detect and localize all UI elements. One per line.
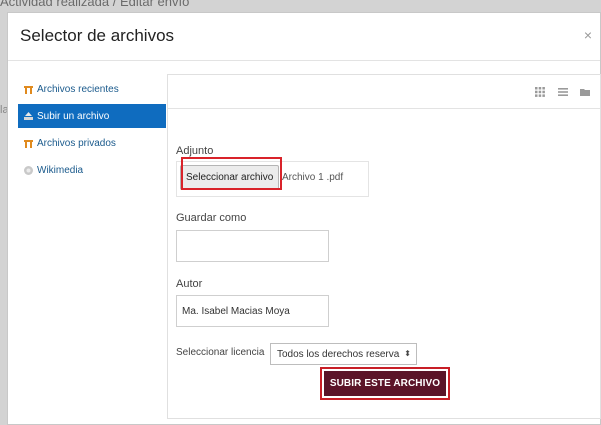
repository-sidebar: Archivos recientes Subir un archivo Arch… <box>18 77 166 185</box>
sidebar-item-label: Archivos recientes <box>37 83 119 95</box>
wikimedia-icon <box>22 164 34 176</box>
chosen-file-name: Archivo 1 .pdf <box>282 172 344 183</box>
file-input-box: Seleccionar archivo Archivo 1 .pdf <box>176 161 369 197</box>
sidebar-item-label: Subir un archivo <box>37 110 110 122</box>
license-select[interactable]: Todos los derechos reserva ⬍ <box>270 343 417 365</box>
save-as-label: Guardar como <box>176 212 247 224</box>
recent-files-icon <box>22 83 34 95</box>
close-icon[interactable]: × <box>584 27 592 43</box>
view-toolbar <box>168 75 600 109</box>
sidebar-item-wikimedia[interactable]: Wikimedia <box>18 158 166 182</box>
attachment-label: Adjunto <box>176 145 214 157</box>
upload-panel: Adjunto Seleccionar archivo Archivo 1 .p… <box>167 74 601 419</box>
sidebar-item-recent-files[interactable]: Archivos recientes <box>18 77 166 101</box>
choose-file-button[interactable]: Seleccionar archivo <box>180 165 280 190</box>
submit-highlight: SUBIR ESTE ARCHIVO <box>320 367 450 400</box>
sidebar-item-private-files[interactable]: Archivos privados <box>18 131 166 155</box>
private-files-icon <box>22 137 34 149</box>
sidebar-item-label: Archivos privados <box>37 137 116 149</box>
file-picker-dialog: Selector de archivos × Archivos reciente… <box>7 12 601 425</box>
save-as-input[interactable] <box>176 230 329 262</box>
author-input[interactable]: Ma. Isabel Macias Moya <box>176 295 329 327</box>
folder-view-icon[interactable] <box>578 85 592 99</box>
dialog-header: Selector de archivos × <box>8 13 600 61</box>
upload-icon <box>22 110 34 122</box>
license-select-value: Todos los derechos reserva <box>277 348 400 360</box>
list-view-icon[interactable] <box>556 85 570 99</box>
license-label: Seleccionar licencia <box>176 347 265 358</box>
background-breadcrumb: Actividad realizada / Editar envío <box>0 0 190 9</box>
sidebar-item-upload[interactable]: Subir un archivo <box>18 104 166 128</box>
upload-this-file-button[interactable]: SUBIR ESTE ARCHIVO <box>324 371 446 396</box>
author-label: Autor <box>176 278 203 290</box>
sidebar-item-label: Wikimedia <box>37 164 84 176</box>
grid-view-icon[interactable] <box>533 85 547 99</box>
chevron-updown-icon: ⬍ <box>404 349 411 358</box>
dialog-title: Selector de archivos <box>20 26 175 45</box>
